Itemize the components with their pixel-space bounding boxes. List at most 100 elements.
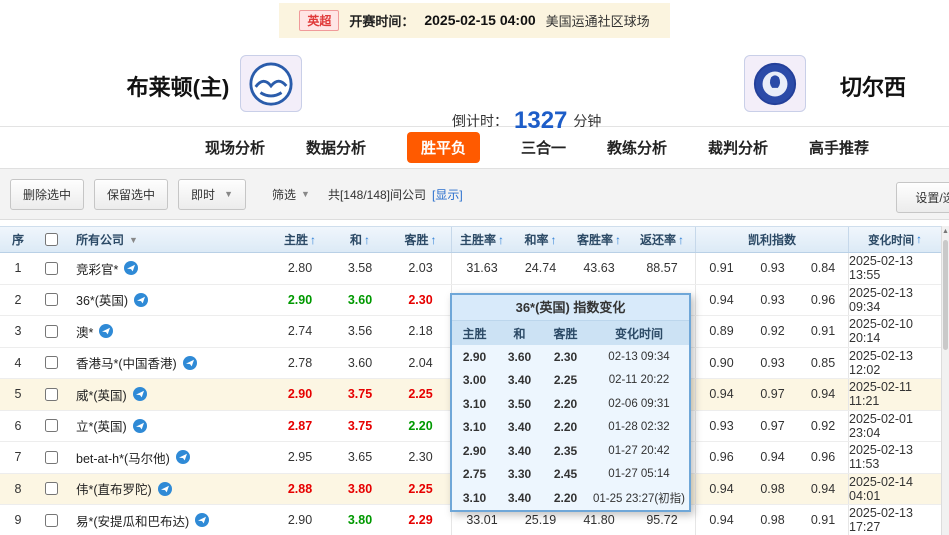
nav-tab[interactable]: 数据分析 [306,137,366,158]
company-cell[interactable]: bet-at-h*(马尔他) [66,442,270,473]
header-change-time[interactable]: 变化时间↑ [849,227,941,252]
odds-cell: 2.20 [390,411,452,442]
filter-caret-icon[interactable]: ▼ [129,235,138,245]
header-home-rate-label: 主胜率 [460,231,496,248]
nav-tab[interactable]: 裁判分析 [708,137,768,158]
row-checkbox[interactable] [45,482,58,495]
kelly-cell: 0.92 [747,316,798,347]
header-return-rate-label: 返还率 [640,231,676,248]
keep-selected-button[interactable]: 保留选中 [94,179,168,210]
row-check-cell [36,316,66,347]
nav-tab[interactable]: 教练分析 [607,137,667,158]
row-seq: 6 [0,411,36,442]
nav-tab-active[interactable]: 胜平负 [407,132,480,163]
company-history-icon[interactable] [134,293,148,307]
company-count-text: 共[148/148]间公司 [328,186,426,203]
row-check-cell [36,253,66,284]
row-checkbox[interactable] [45,293,58,306]
row-checkbox[interactable] [45,262,58,275]
company-history-icon[interactable] [133,387,147,401]
sort-arrow-icon: ↑ [551,233,557,247]
company-name: 威*(英国) [76,385,127,404]
company-history-icon[interactable] [99,324,113,338]
company-history-icon[interactable] [124,261,138,275]
row-checkbox[interactable] [45,419,58,432]
kelly-cell: 0.93 [747,348,798,379]
header-home-rate[interactable]: 主胜率↑ [452,227,512,252]
header-return-rate[interactable]: 返还率↑ [629,227,696,252]
header-kelly[interactable]: 凯利指数 [696,227,849,252]
odds-cell: 2.90 [270,505,330,535]
row-checkbox[interactable] [45,356,58,369]
scrollbar-up-icon[interactable]: ▲ [942,226,949,238]
company-history-icon[interactable] [176,450,190,464]
time-mode-dropdown[interactable]: 即时▼ [178,179,246,210]
odds-cell: 2.90 [270,379,330,410]
row-seq: 5 [0,379,36,410]
odds-cell: 2.25 [390,379,452,410]
header-draw[interactable]: 和↑ [330,227,390,252]
change-time-cell: 2025-02-14 04:01 [849,474,941,505]
odds-cell: 2.30 [390,442,452,473]
header-select-all [36,227,66,252]
nav-tab[interactable]: 高手推荐 [809,137,869,158]
row-checkbox[interactable] [45,514,58,527]
company-cell[interactable]: 立*(英国) [66,411,270,442]
show-link[interactable]: [显示] [432,186,463,203]
table-scrollbar[interactable]: ▲ [941,226,949,535]
header-draw-rate[interactable]: 和率↑ [512,227,569,252]
company-cell[interactable]: 香港马*(中国香港) [66,348,270,379]
odds-cell: 2.78 [270,348,330,379]
sort-arrow-icon: ↑ [431,233,437,247]
scrollbar-thumb[interactable] [943,240,948,350]
company-history-icon[interactable] [158,482,172,496]
header-home-win[interactable]: 主胜↑ [270,227,330,252]
kelly-cell: 0.94 [696,474,747,505]
change-time-cell: 2025-02-13 13:55 [849,253,941,284]
row-checkbox[interactable] [45,451,58,464]
nav-tab[interactable]: 现场分析 [205,137,265,158]
company-history-icon[interactable] [183,356,197,370]
kelly-cell: 0.91 [798,316,849,347]
select-all-checkbox[interactable] [45,233,58,246]
row-checkbox[interactable] [45,325,58,338]
odds-cell: 2.29 [390,505,452,535]
away-team-name: 切尔西 [828,70,918,102]
kelly-cell: 0.93 [696,411,747,442]
popup-title: 36*(英国) 指数变化 [452,295,689,321]
company-cell[interactable]: 36*(英国) [66,285,270,316]
kelly-cell: 0.85 [798,348,849,379]
company-history-icon[interactable] [195,513,209,527]
company-cell[interactable]: 澳* [66,316,270,347]
rate-cell: 31.63 [452,253,512,284]
kickoff-time: 2025-02-15 04:00 [424,12,535,28]
company-history-icon[interactable] [133,419,147,433]
nav-tab[interactable]: 三合一 [521,137,566,158]
header-company[interactable]: 所有公司▼ [66,227,270,252]
company-cell[interactable]: 伟*(直布罗陀) [66,474,270,505]
header-away-rate[interactable]: 客胜率↑ [569,227,629,252]
filter-dropdown[interactable]: 筛选▼ [272,186,310,203]
sort-arrow-icon: ↑ [498,233,504,247]
header-change-time-label: 变化时间 [868,232,914,248]
countdown-label: 倒计时： [452,111,508,131]
company-cell[interactable]: 竞彩官* [66,253,270,284]
settings-button[interactable]: 设置/选择 [896,182,949,213]
kelly-cell: 0.94 [696,505,747,535]
header-away-win[interactable]: 客胜↑ [390,227,452,252]
row-checkbox[interactable] [45,388,58,401]
row-seq: 2 [0,285,36,316]
popup-odds-cell: 2.20 [542,491,589,505]
change-time-cell: 2025-02-13 17:27 [849,505,941,535]
kelly-cell: 0.96 [798,442,849,473]
change-time-cell: 2025-02-01 23:04 [849,411,941,442]
kickoff-label: 开赛时间： [349,11,414,30]
popup-odds-cell: 3.10 [452,397,497,411]
header-draw-label: 和 [350,231,362,248]
row-seq: 9 [0,505,36,535]
popup-header-cell: 和 [497,325,542,342]
company-cell[interactable]: 易*(安提瓜和巴布达) [66,505,270,535]
delete-selected-button[interactable]: 删除选中 [10,179,84,210]
company-cell[interactable]: 威*(英国) [66,379,270,410]
company-name: 伟*(直布罗陀) [76,479,152,498]
